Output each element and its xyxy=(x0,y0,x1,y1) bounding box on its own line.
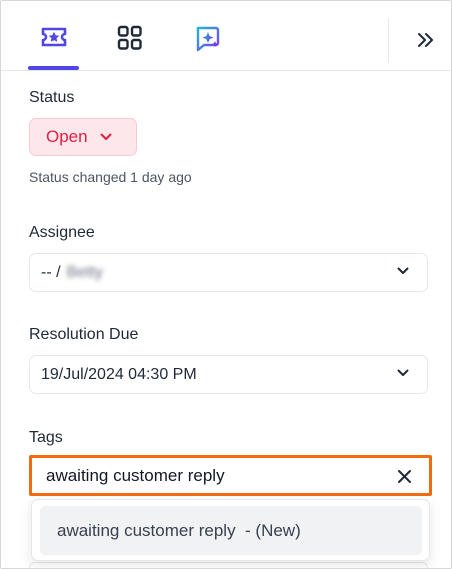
chevron-down-icon xyxy=(100,133,112,141)
assignee-select[interactable]: -- / Betty xyxy=(29,253,428,292)
tags-input[interactable]: awaiting customer reply xyxy=(29,455,432,496)
resolution-due-select[interactable]: 19/Jul/2024 04:30 PM xyxy=(29,355,428,394)
clear-tags-button[interactable] xyxy=(395,467,413,485)
status-value: Open xyxy=(46,127,88,146)
resolution-due-value: 19/Jul/2024 04:30 PM xyxy=(41,365,197,383)
resolution-due-label: Resolution Due xyxy=(29,326,139,343)
tags-suggestion-dropdown: awaiting customer reply - (New) xyxy=(31,499,430,561)
tab-apps[interactable] xyxy=(104,15,156,65)
ticket-properties-panel: Status Open Status changed 1 day ago Ass… xyxy=(0,0,452,569)
apps-grid-icon xyxy=(117,25,142,50)
tab-ticket-properties[interactable] xyxy=(28,15,80,65)
status-label: Status xyxy=(29,89,75,106)
panel-tab-bar xyxy=(1,1,451,71)
next-field-edge xyxy=(29,562,428,568)
assignee-prefix: -- / xyxy=(41,263,61,281)
tags-label: Tags xyxy=(29,429,63,446)
assignee-name-redacted: Betty xyxy=(66,263,104,281)
assignee-label: Assignee xyxy=(29,224,95,241)
close-icon xyxy=(397,469,411,483)
status-changed-note: Status changed 1 day ago xyxy=(29,169,192,185)
tab-divider xyxy=(388,19,389,63)
status-dropdown[interactable]: Open xyxy=(29,118,137,156)
ticket-icon xyxy=(41,27,67,47)
active-tab-indicator xyxy=(28,66,79,70)
chevron-down-icon xyxy=(397,267,409,275)
ai-sparkle-icon xyxy=(196,26,220,52)
tags-input-value: awaiting customer reply xyxy=(46,465,225,485)
collapse-panel-button[interactable] xyxy=(409,25,443,55)
chevrons-right-icon xyxy=(418,33,433,47)
tab-ai-assist[interactable] xyxy=(181,15,233,65)
chevron-down-icon xyxy=(397,369,409,377)
tag-suggestion-option[interactable]: awaiting customer reply - (New) xyxy=(40,506,422,555)
